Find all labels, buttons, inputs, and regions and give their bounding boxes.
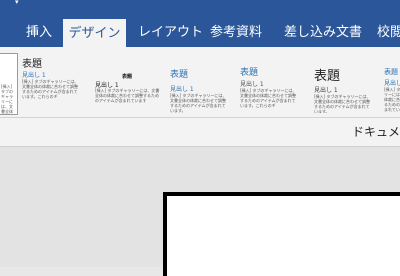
style-sample-heading: 見出し 1 [384,80,400,87]
style-sample-body: [挿入] タブのギャラリーには、文書全体の体裁に合わせて調整するためのアイテムが… [95,88,160,103]
document-page[interactable] [163,192,400,276]
document-formatting-gallery: [挿入] タブのギャラリーには、文書全体の体裁に合わせて調整するためのアイテムが… [0,47,400,118]
style-set-thumbnail[interactable]: 表題 見出し 1 [挿入] タブのギャラリーには、文書全体の体裁に合わせて調整す… [384,53,400,113]
tab-layout[interactable]: レイアウト [138,18,203,47]
style-sample-body: [挿入] タブのギャラリーには、文書全体の体裁に合わせて調整するためのアイテムが… [170,93,227,113]
style-sample-body: [挿入] タブのギャラリーには、文書全体の体裁に合わせて調整するためのアイテムが… [240,88,297,108]
tab-review[interactable]: 校閲 [377,18,400,47]
style-sample-heading: 見出し 1 [240,81,264,88]
style-sample-body: [挿入] タブのギャラリーには、文書全体の体裁に合わせて調整するためのアイテムが… [384,87,400,112]
style-sample-title: 表題 [314,69,341,84]
ribbon-tab-bar: ▾ 挿入 デザイン レイアウト 参考資料 差し込み文書 校閲 [0,0,400,47]
quick-access-dropdown-icon[interactable]: ▾ [15,0,20,6]
style-sample-heading: 見出し 1 [22,72,46,79]
style-sample-body: [挿入] タブのギャラリーには、文書全体の体裁に合わせて調整するためのアイテムが… [22,79,79,99]
document-title: ドキュメ [351,125,400,139]
style-set-thumbnail[interactable]: 表題 見出し 1 [挿入] タブのギャラリーには、文書全体の体裁に合わせて調整す… [95,53,161,113]
tab-references[interactable]: 参考資料 [210,18,262,47]
style-sample-heading: 見出し 1 [314,87,338,94]
style-sample-body: [挿入] タブのギャラリーには、文書全体の体裁に合わせて調整するためのアイテムが… [1,84,13,114]
document-workspace[interactable] [0,147,400,276]
style-sample-title: 表題 [22,59,42,70]
tab-insert[interactable]: 挿入 [26,18,52,47]
style-sample-title: 表題 [384,68,398,76]
tab-design[interactable]: デザイン [63,19,126,47]
style-sample-heading: 見出し 1 [170,86,194,93]
style-set-thumbnail[interactable]: [挿入] タブのギャラリーには、文書全体の体裁に合わせて調整するためのアイテムが… [0,53,18,115]
style-sample-title: 表題 [122,74,133,80]
style-sample-title: 表題 [240,68,259,78]
style-sample-body: [挿入] タブのギャラリーには、文書全体の体裁に合わせて調整するためのアイテムが… [314,94,371,113]
style-set-thumbnail[interactable]: 表題 見出し 1 [挿入] タブのギャラリーには、文書全体の体裁に合わせて調整す… [170,53,228,113]
style-set-thumbnail[interactable]: 表題 見出し 1 [挿入] タブのギャラリーには、文書全体の体裁に合わせて調整す… [22,53,80,113]
style-sample-title: 表題 [170,70,189,80]
document-title-bar: ドキュメ [0,118,400,147]
tab-mailings[interactable]: 差し込み文書 [284,18,362,47]
style-set-thumbnail[interactable]: 表題 見出し 1 [挿入] タブのギャラリーには、文書全体の体裁に合わせて調整す… [240,53,298,113]
style-set-thumbnail[interactable]: 表題 見出し 1 [挿入] タブのギャラリーには、文書全体の体裁に合わせて調整す… [312,53,374,113]
